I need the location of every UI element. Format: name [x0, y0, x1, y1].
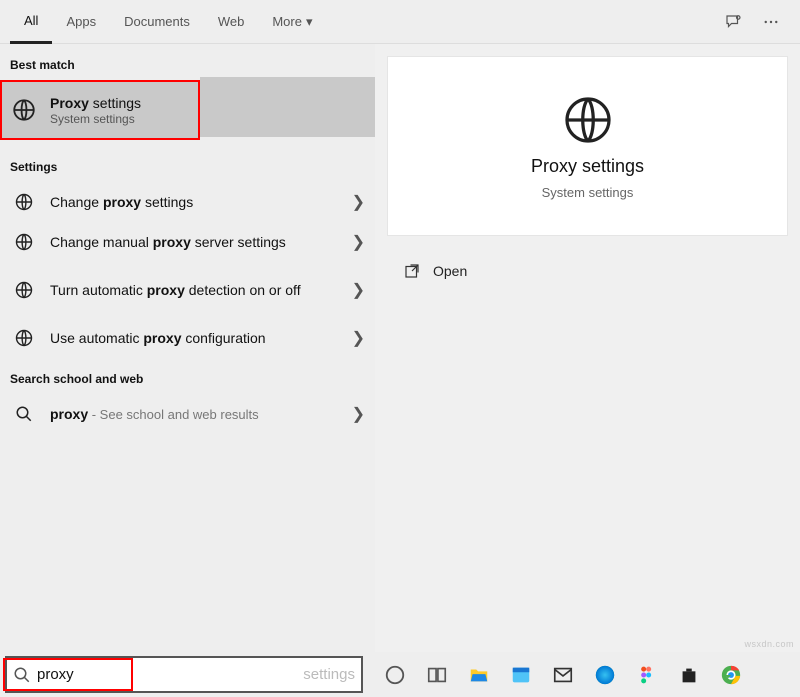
preview-title: Proxy settings: [531, 156, 644, 177]
settings-result-change-manual-proxy[interactable]: Change manual proxy server settings ❯: [0, 222, 375, 262]
chevron-right-icon: ❯: [352, 280, 365, 300]
settings-result-label: Change proxy settings: [50, 194, 340, 211]
result-preview-pane: Proxy settings System settings Open: [375, 44, 800, 652]
edge-icon[interactable]: [592, 662, 618, 688]
search-icon: [10, 405, 38, 423]
tab-web[interactable]: Web: [204, 0, 259, 44]
tab-apps[interactable]: Apps: [52, 0, 110, 44]
search-box-wrap: proxysettings: [0, 652, 368, 697]
web-result-label: proxy - See school and web results: [50, 406, 340, 423]
chrome-icon[interactable]: [718, 662, 744, 688]
globe-icon: [10, 328, 38, 348]
section-title-search-web: Search school and web: [0, 358, 375, 394]
search-filter-tabs: All Apps Documents Web More ▾: [0, 0, 800, 44]
settings-result-label: Turn automatic proxy detection on or off: [50, 282, 340, 299]
preview-card: Proxy settings System settings: [387, 56, 788, 236]
settings-result-auto-proxy-config[interactable]: Use automatic proxy configuration ❯: [0, 318, 375, 358]
preview-open-label: Open: [433, 263, 467, 279]
globe-icon: [10, 232, 38, 252]
globe-icon: [10, 97, 38, 123]
tab-all[interactable]: All: [10, 0, 52, 44]
globe-icon: [560, 92, 616, 148]
section-title-settings: Settings: [0, 146, 375, 182]
feedback-icon[interactable]: [714, 0, 752, 44]
search-icon: [13, 666, 31, 684]
store-icon[interactable]: [676, 662, 702, 688]
settings-result-label: Use automatic proxy configuration: [50, 330, 340, 347]
web-result-proxy[interactable]: proxy - See school and web results ❯: [0, 394, 375, 434]
best-match-text: Proxy settings System settings: [50, 94, 141, 126]
tab-documents[interactable]: Documents: [110, 0, 204, 44]
open-icon: [403, 262, 421, 280]
search-input[interactable]: [31, 666, 559, 683]
figma-icon[interactable]: [634, 662, 660, 688]
more-options-icon[interactable]: [752, 0, 790, 44]
results-left-column: Best match Proxy settings System setting…: [0, 44, 375, 652]
best-match-proxy-settings[interactable]: Proxy settings System settings: [0, 80, 200, 140]
bottom-bar: proxysettings: [0, 652, 800, 697]
preview-subtitle: System settings: [542, 185, 634, 200]
chevron-right-icon: ❯: [352, 232, 365, 252]
caret-down-icon: ▾: [306, 14, 313, 30]
settings-result-label: Change manual proxy server settings: [50, 234, 340, 251]
chevron-right-icon: ❯: [352, 328, 365, 348]
settings-result-auto-proxy-detection[interactable]: Turn automatic proxy detection on or off…: [0, 262, 375, 318]
chevron-right-icon: ❯: [352, 192, 365, 212]
tab-more-label: More: [272, 14, 302, 29]
section-title-best-match: Best match: [0, 44, 375, 80]
search-results-area: Best match Proxy settings System setting…: [0, 44, 800, 652]
tab-more[interactable]: More ▾: [258, 0, 326, 44]
settings-result-change-proxy[interactable]: Change proxy settings ❯: [0, 182, 375, 222]
globe-icon: [10, 280, 38, 300]
search-box[interactable]: proxysettings: [5, 656, 363, 693]
chevron-right-icon: ❯: [352, 404, 365, 424]
preview-open-button[interactable]: Open: [387, 236, 788, 306]
watermark: wsxdn.com: [744, 639, 794, 649]
globe-icon: [10, 192, 38, 212]
